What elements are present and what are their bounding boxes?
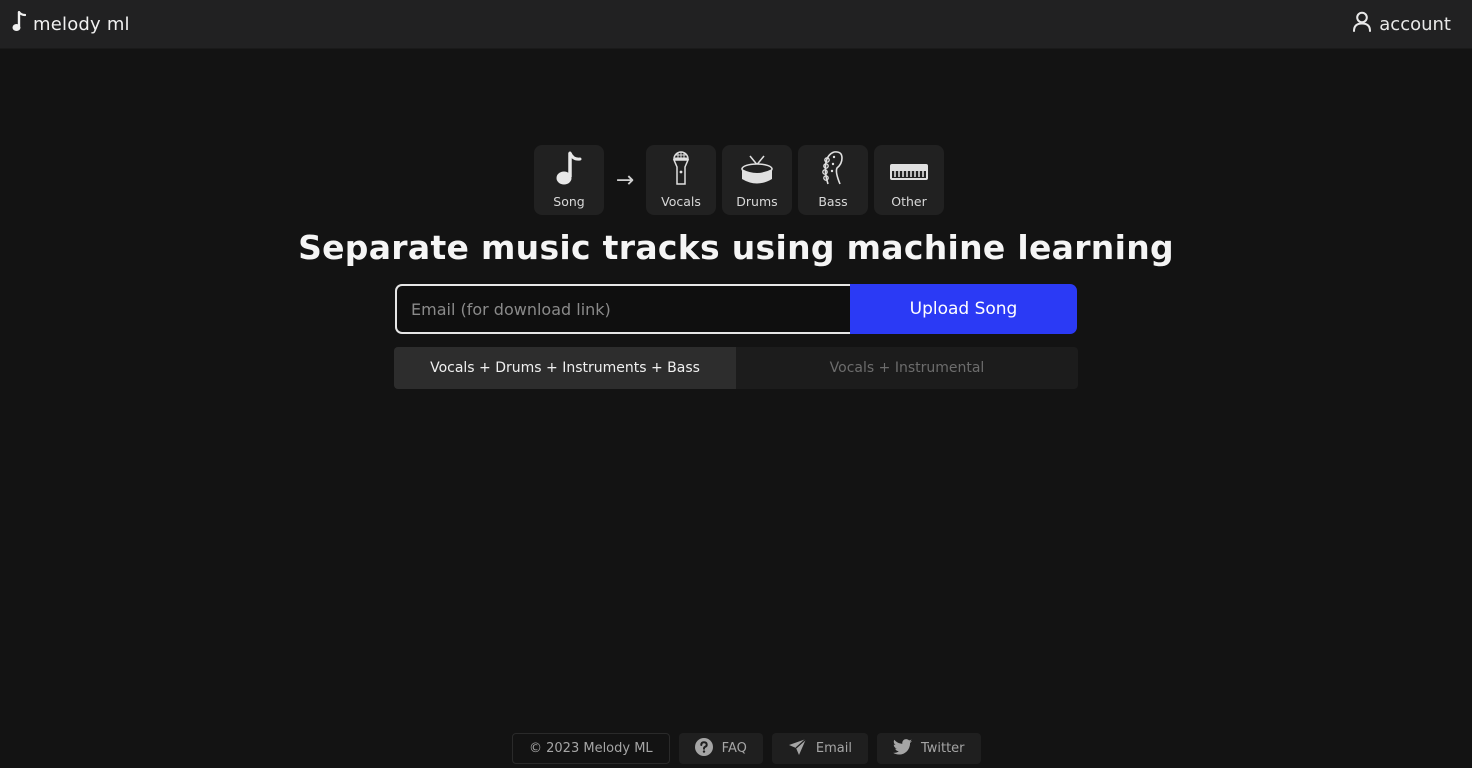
music-note-icon — [12, 10, 27, 37]
question-circle-icon — [694, 737, 713, 760]
tile-label: Other — [891, 194, 927, 209]
paper-plane-icon — [788, 738, 807, 760]
tile-drums: Drums — [722, 145, 792, 215]
music-note-icon — [555, 150, 583, 194]
copyright-text: © 2023 Melody ML — [529, 741, 653, 756]
tile-label: Song — [553, 194, 585, 209]
brand-name: melody ml — [33, 13, 130, 35]
stem-pipeline: Song → Vocals Drums Bass Other — [534, 145, 950, 215]
twitter-icon — [892, 738, 912, 759]
tile-label: Vocals — [661, 194, 701, 209]
upload-form: Upload Song — [395, 284, 1077, 334]
mode-option-four-stem[interactable]: Vocals + Drums + Instruments + Bass — [394, 347, 736, 389]
twitter-label: Twitter — [920, 741, 965, 756]
tile-label: Drums — [736, 194, 778, 209]
twitter-link[interactable]: Twitter — [876, 733, 981, 764]
mode-option-two-stem[interactable]: Vocals + Instrumental — [736, 347, 1078, 389]
faq-label: FAQ — [721, 741, 747, 756]
keyboard-icon — [889, 158, 929, 194]
account-link[interactable]: account — [1352, 11, 1451, 37]
bass-guitar-icon — [820, 150, 846, 194]
brand-link[interactable]: melody ml — [12, 10, 130, 37]
email-label: Email — [815, 741, 852, 756]
copyright: © 2023 Melody ML — [512, 733, 670, 764]
tile-other: Other — [874, 145, 944, 215]
microphone-icon — [670, 150, 692, 194]
page-headline: Separate music tracks using machine lear… — [298, 228, 1174, 267]
tile-song: Song — [534, 145, 604, 215]
drum-icon — [740, 154, 774, 194]
tile-vocals: Vocals — [646, 145, 716, 215]
email-input[interactable] — [395, 284, 850, 334]
tile-label: Bass — [818, 194, 848, 209]
arrow-icon: → — [615, 167, 635, 193]
account-label: account — [1379, 13, 1451, 35]
email-link[interactable]: Email — [771, 733, 868, 764]
tile-bass: Bass — [798, 145, 868, 215]
separation-mode-toggle: Vocals + Drums + Instruments + Bass Voca… — [394, 347, 1078, 389]
user-icon — [1352, 11, 1372, 37]
upload-song-button[interactable]: Upload Song — [850, 284, 1077, 334]
faq-link[interactable]: FAQ — [678, 733, 763, 764]
footer: © 2023 Melody ML FAQ Email Twitter — [512, 733, 981, 764]
top-navbar: melody ml account — [0, 0, 1472, 49]
